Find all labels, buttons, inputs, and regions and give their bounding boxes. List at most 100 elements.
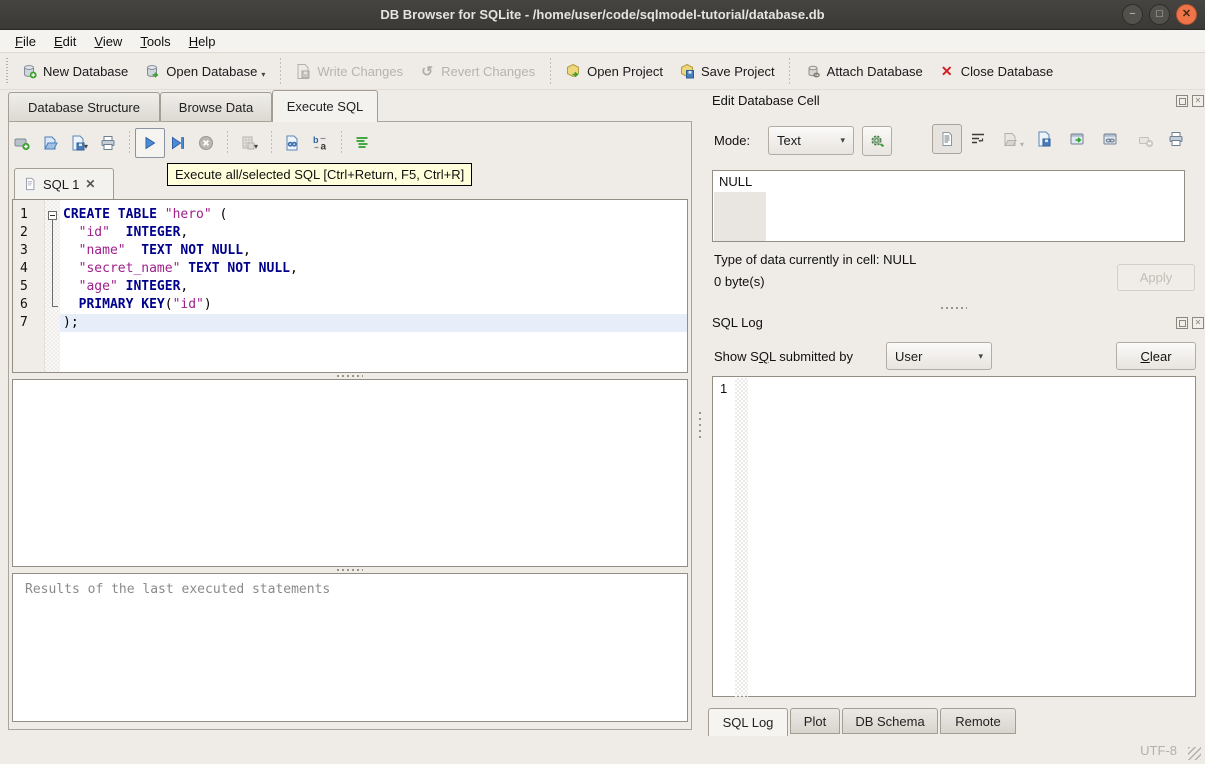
menu-edit[interactable]: Edit — [45, 32, 85, 51]
main-vertical-splitter[interactable] — [696, 410, 704, 444]
open-file-icon — [44, 136, 58, 150]
database-new-icon — [21, 63, 37, 79]
dock-tab-remote[interactable]: Remote — [940, 708, 1016, 734]
project-open-icon — [565, 63, 581, 79]
code-line: ); — [60, 314, 687, 332]
dock-float-icon[interactable] — [1176, 317, 1188, 329]
sql-toolbar-separator — [270, 131, 273, 155]
dock-tab-db-schema[interactable]: DB Schema — [842, 708, 938, 734]
apply-button: Apply — [1117, 264, 1195, 291]
menu-tools[interactable]: Tools — [131, 32, 179, 51]
log-line-number: 1 — [720, 381, 728, 396]
dock-tab-plot[interactable]: Plot — [790, 708, 840, 734]
splitter-handle-icon — [337, 568, 363, 572]
open-database-button[interactable]: Open Database ▾ — [136, 58, 273, 84]
print-sql-button[interactable] — [100, 135, 116, 151]
minimize-button[interactable]: − — [1122, 4, 1143, 25]
dock-close-icon[interactable]: ✕ — [1192, 317, 1204, 329]
close-button[interactable]: ✕ — [1176, 4, 1197, 25]
window-controls: − □ ✕ — [1122, 4, 1197, 25]
text-mode-button[interactable] — [932, 124, 962, 154]
editor-code-lines[interactable]: CREATE TABLE "hero" ( "id" INTEGER, "nam… — [60, 200, 687, 372]
find-button[interactable] — [284, 135, 300, 151]
menu-bar: File Edit View Tools Help — [0, 30, 1205, 53]
database-close-icon: ✕ — [940, 62, 953, 79]
execute-line-icon — [172, 136, 185, 150]
sql-editor[interactable]: 1 2 3 4 5 6 7 CREATE TABLE "hero" ( "id" INTEG… — [12, 199, 688, 373]
stop-execution-button — [198, 135, 214, 151]
results-placeholder-text: Results of the last executed statements — [25, 582, 331, 597]
auto-apply-button[interactable] — [862, 126, 892, 156]
find-replace-button[interactable]: ba — [312, 135, 328, 151]
sql-log-filter-label: Show SQL submitted by — [714, 349, 853, 364]
dock-tab-sql-log[interactable]: SQL Log — [708, 708, 788, 736]
maximize-button[interactable]: □ — [1149, 4, 1170, 25]
tab-database-structure[interactable]: Database Structure — [8, 92, 160, 121]
print-cell-button[interactable] — [1168, 131, 1184, 147]
line-number: 7 — [20, 315, 28, 330]
resize-grip[interactable] — [1188, 747, 1201, 760]
title-bar[interactable]: DB Browser for SQLite - /home/user/code/… — [0, 0, 1205, 30]
tab-execute-sql[interactable]: Execute SQL — [272, 90, 378, 122]
message-pane[interactable]: Results of the last executed statements — [12, 573, 688, 722]
sql-tab-close-icon[interactable]: ✕ — [85, 177, 95, 191]
sql-toolbar-separator — [226, 131, 229, 155]
status-bar: UTF-8 — [0, 737, 1205, 764]
copy-link-button[interactable] — [1102, 131, 1118, 147]
tab-browse-data[interactable]: Browse Data — [160, 92, 272, 121]
dock-splitter[interactable] — [712, 305, 1196, 311]
mode-combobox[interactable]: Text ▾ — [768, 126, 854, 155]
menu-view[interactable]: View — [85, 32, 131, 51]
clear-log-button[interactable]: Clear — [1116, 342, 1196, 370]
cell-value-editor[interactable]: NULL — [712, 170, 1185, 242]
mode-label: Mode: — [714, 133, 751, 148]
sql-log-filter-combobox[interactable]: User ▾ — [886, 342, 992, 370]
format-sql-button[interactable] — [354, 135, 370, 151]
save-results-button: ▾ — [240, 135, 258, 151]
attach-database-button[interactable]: Attach Database — [797, 58, 931, 84]
open-sql-file-button[interactable] — [42, 135, 58, 151]
dock-close-icon[interactable]: ✕ — [1192, 95, 1204, 107]
menu-file[interactable]: File — [6, 32, 45, 51]
execute-all-button[interactable] — [135, 128, 166, 158]
toolbar-separator — [279, 58, 282, 84]
new-database-button[interactable]: New Database — [13, 58, 136, 84]
open-project-button[interactable]: Open Project — [557, 58, 671, 84]
encoding-indicator: UTF-8 — [1140, 743, 1177, 758]
toolbar-drag-handle[interactable] — [4, 58, 9, 84]
open-in-external-button[interactable] — [1069, 131, 1085, 147]
dock-tab-remote-label: Remote — [955, 713, 1001, 729]
mode-combobox-value: Text — [777, 133, 801, 148]
sql-toolbar: ▾ ▾ ba — [14, 128, 370, 158]
code-line: "secret_name" TEXT NOT NULL, — [78, 261, 298, 276]
fold-guide-end — [52, 306, 58, 307]
new-sql-tab-button[interactable] — [14, 135, 30, 151]
menu-help[interactable]: Help — [180, 32, 225, 51]
open-database-dropdown-icon[interactable]: ▾ — [261, 70, 265, 79]
save-sql-file-button[interactable]: ▾ — [70, 135, 88, 151]
toolbar-separator — [788, 58, 791, 84]
database-attach-icon — [805, 63, 821, 79]
fold-collapse-icon[interactable] — [48, 211, 57, 220]
import-data-icon — [1004, 133, 1017, 146]
revert-changes-icon: ↺ — [421, 62, 433, 79]
tab-browse-data-label: Browse Data — [178, 99, 254, 115]
tab-execute-sql-label: Execute SQL — [286, 99, 364, 114]
dock-float-icon[interactable] — [1176, 95, 1188, 107]
export-cell-data-button[interactable] — [1036, 131, 1052, 147]
sql-log-area[interactable]: 1 — [712, 376, 1196, 697]
execute-all-icon — [145, 136, 156, 150]
execute-tooltip-text: Execute all/selected SQL [Ctrl+Return, F… — [175, 167, 465, 182]
save-project-button[interactable]: Save Project — [671, 58, 783, 84]
cell-size-info: 0 byte(s) — [714, 274, 765, 289]
sql-tab-1[interactable]: SQL 1 ✕ — [14, 168, 114, 199]
save-sql-dropdown-icon[interactable]: ▾ — [84, 142, 88, 151]
gear-icon — [871, 135, 885, 148]
sql-log-dock-buttons: ✕ — [1176, 317, 1204, 329]
word-wrap-button[interactable] — [970, 131, 986, 147]
results-grid-pane[interactable] — [12, 379, 688, 567]
execute-line-button[interactable] — [170, 135, 186, 151]
close-database-button[interactable]: ✕ Close Database — [931, 58, 1062, 85]
code-line: PRIMARY KEY("id") — [78, 297, 212, 312]
editor-fold-margin[interactable] — [45, 200, 60, 372]
